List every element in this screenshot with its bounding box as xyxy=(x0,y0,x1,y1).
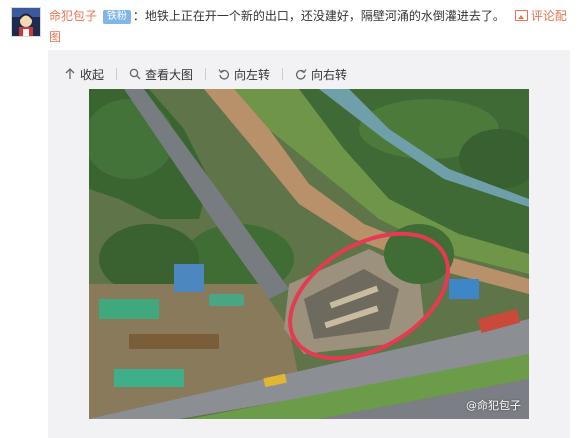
toolbar-divider xyxy=(205,68,207,80)
rotate-left-button[interactable]: 向左转 xyxy=(218,66,270,83)
collapse-label: 收起 xyxy=(80,67,105,82)
toolbar-divider xyxy=(282,68,284,80)
view-large-label: 查看大图 xyxy=(145,67,194,82)
watermark: @命犯包子 xyxy=(466,399,521,412)
view-large-button[interactable]: 查看大图 xyxy=(129,66,193,83)
arrow-up-icon xyxy=(65,68,75,79)
rotate-left-icon xyxy=(218,69,230,80)
avatar[interactable] xyxy=(11,7,41,37)
rotate-left-label: 向左转 xyxy=(234,67,271,82)
picture-icon xyxy=(514,10,528,21)
rotate-right-icon xyxy=(296,69,307,80)
magnifier-icon xyxy=(129,68,141,80)
username-link[interactable]: 命犯包子 xyxy=(49,9,97,23)
rotate-right-button[interactable]: 向右转 xyxy=(295,66,347,83)
collapse-button[interactable]: 收起 xyxy=(64,66,104,83)
image-toolbar: 收起 查看大图 向左转 向右转 xyxy=(64,64,359,84)
comment-text: 命犯包子 铁粉 ：地铁上正在开一个新的出口，还没建好，隔壁河涌的水倒灌进去了。 评论… xyxy=(49,6,569,48)
aerial-photo xyxy=(89,89,529,419)
rotate-right-label: 向右转 xyxy=(311,67,348,82)
comment-body: ：地铁上正在开一个新的出口，还没建好，隔壁河涌的水倒灌进去了。 xyxy=(132,9,505,23)
fan-badge[interactable]: 铁粉 xyxy=(102,10,131,24)
post-photo[interactable]: @命犯包子 xyxy=(89,89,529,419)
toolbar-divider xyxy=(116,68,118,80)
